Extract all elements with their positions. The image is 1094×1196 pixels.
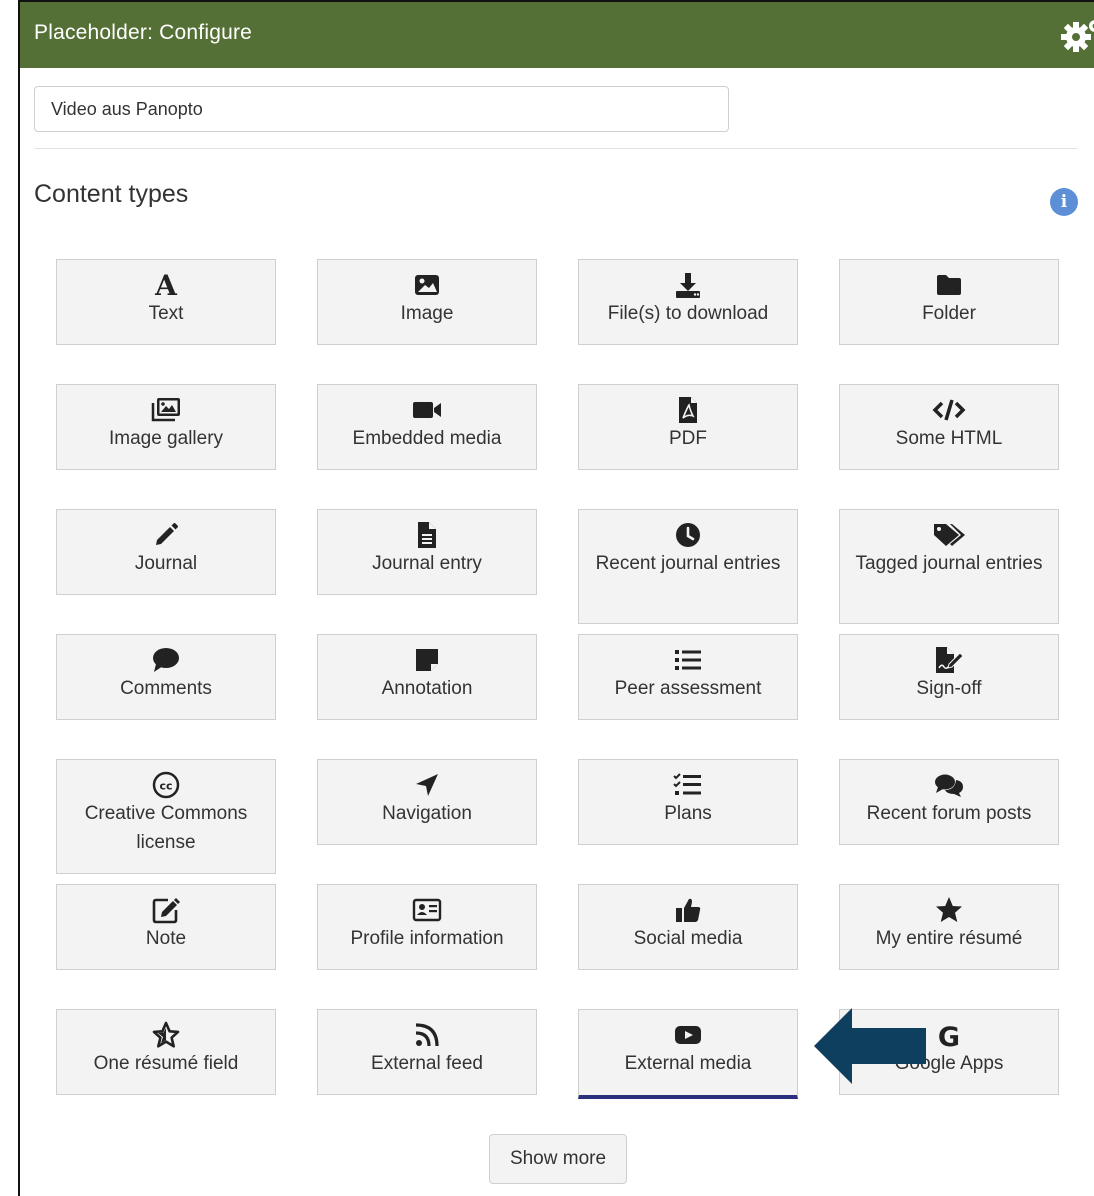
- tags-icon: [840, 521, 1058, 549]
- tile-label: Peer assessment: [614, 678, 762, 699]
- tile-journal-entry[interactable]: Journal entry: [317, 509, 537, 595]
- tasks-icon: [579, 771, 797, 799]
- tile-label: Recent journal entries: [595, 553, 781, 574]
- tile-label: Social media: [633, 928, 743, 949]
- code-icon: [840, 396, 1058, 424]
- tile-label: Image gallery: [108, 428, 224, 449]
- tile-tagged-journal-entries[interactable]: Tagged journal entries: [839, 509, 1059, 624]
- tile-label: Note: [145, 928, 187, 949]
- content-types-heading: Content types: [34, 180, 189, 208]
- tile-label: Annotation: [381, 678, 473, 699]
- star-icon: [840, 896, 1058, 924]
- dialog-title: Placeholder: Configure: [34, 21, 253, 44]
- configure-dialog: Placeholder: Configure Video aus Panopto…: [18, 0, 1094, 1196]
- sticky-note-icon: [318, 646, 536, 674]
- tile-label: Text: [148, 303, 184, 324]
- tile-image[interactable]: Image: [317, 259, 537, 345]
- divider: [34, 148, 1078, 149]
- rss-icon: [318, 1021, 536, 1049]
- tile-my-entire-resume[interactable]: My entire résumé: [839, 884, 1059, 970]
- star-outline-icon: [57, 1021, 275, 1049]
- tile-label: Journal: [134, 553, 198, 574]
- download-icon: [579, 271, 797, 299]
- tile-profile-information[interactable]: Profile information: [317, 884, 537, 970]
- tile-label: Journal entry: [372, 553, 482, 574]
- id-card-icon: [318, 896, 536, 924]
- comments-icon: [840, 771, 1058, 799]
- block-title-input[interactable]: [34, 86, 729, 132]
- tile-label: One résumé field: [93, 1053, 239, 1074]
- pointer-arrow-icon: [814, 1008, 926, 1084]
- tile-embedded-media[interactable]: Embedded media: [317, 384, 537, 470]
- tile-label: Profile information: [350, 928, 504, 949]
- svg-text:G: G: [938, 1022, 960, 1049]
- file-signature-icon: [840, 646, 1058, 674]
- dialog-header: Placeholder: Configure: [20, 2, 1094, 68]
- tile-some-html[interactable]: Some HTML: [839, 384, 1059, 470]
- tile-label: Embedded media: [352, 428, 502, 449]
- tile-social-media[interactable]: Social media: [578, 884, 798, 970]
- creative-commons-icon: cc: [57, 771, 275, 799]
- tile-text[interactable]: A Text: [56, 259, 276, 345]
- tile-label: PDF: [669, 428, 707, 449]
- file-text-icon: [318, 521, 536, 549]
- svg-text:A: A: [154, 271, 178, 299]
- tile-annotation[interactable]: Annotation: [317, 634, 537, 720]
- location-arrow-icon: [318, 771, 536, 799]
- tile-label: External feed: [371, 1053, 483, 1074]
- pencil-icon: [57, 521, 275, 549]
- tile-external-feed[interactable]: External feed: [317, 1009, 537, 1095]
- text-icon: A: [57, 269, 275, 302]
- clock-icon: [579, 521, 797, 549]
- tile-pdf[interactable]: PDF: [578, 384, 798, 470]
- youtube-icon: [579, 1021, 797, 1049]
- tile-one-resume-field[interactable]: One résumé field: [56, 1009, 276, 1095]
- tile-image-gallery[interactable]: Image gallery: [56, 384, 276, 470]
- image-icon: [318, 271, 536, 299]
- tile-creative-commons-license[interactable]: cc Creative Commons license: [56, 759, 276, 874]
- tile-label: Tagged journal entries: [855, 553, 1043, 574]
- tile-label: My entire résumé: [875, 928, 1023, 949]
- video-camera-icon: [318, 396, 536, 424]
- tile-recent-journal-entries[interactable]: Recent journal entries: [578, 509, 798, 624]
- tile-note[interactable]: Note: [56, 884, 276, 970]
- tile-label: Image: [400, 303, 454, 324]
- tile-journal[interactable]: Journal: [56, 509, 276, 595]
- tile-folder[interactable]: Folder: [839, 259, 1059, 345]
- tile-peer-assessment[interactable]: Peer assessment: [578, 634, 798, 720]
- tile-label: Some HTML: [895, 428, 1003, 449]
- tile-file-download[interactable]: File(s) to download: [578, 259, 798, 345]
- tile-label: File(s) to download: [607, 303, 769, 324]
- images-icon: [57, 396, 275, 424]
- svg-text:cc: cc: [159, 780, 172, 793]
- file-pdf-icon: [579, 396, 797, 424]
- tile-plans[interactable]: Plans: [578, 759, 798, 845]
- folder-icon: [840, 271, 1058, 299]
- tile-external-media[interactable]: External media: [578, 1009, 798, 1099]
- tile-label: Creative Commons license: [84, 803, 248, 853]
- tile-label: Comments: [120, 678, 212, 699]
- info-icon[interactable]: i: [1050, 188, 1078, 216]
- gears-icon[interactable]: [1060, 16, 1094, 56]
- tile-label: Sign-off: [916, 678, 982, 699]
- comment-icon: [57, 646, 275, 674]
- tile-sign-off[interactable]: Sign-off: [839, 634, 1059, 720]
- tile-label: Plans: [664, 803, 712, 824]
- tile-label: Navigation: [382, 803, 472, 824]
- show-more-button[interactable]: Show more: [489, 1134, 627, 1184]
- edit-icon: [57, 896, 275, 924]
- tile-comments[interactable]: Comments: [56, 634, 276, 720]
- tile-label: External media: [624, 1053, 752, 1074]
- tile-navigation[interactable]: Navigation: [317, 759, 537, 845]
- tile-label: Folder: [922, 303, 976, 324]
- thumbs-up-icon: [579, 896, 797, 924]
- tile-label: Recent forum posts: [866, 803, 1032, 824]
- tile-recent-forum-posts[interactable]: Recent forum posts: [839, 759, 1059, 845]
- list-icon: [579, 646, 797, 674]
